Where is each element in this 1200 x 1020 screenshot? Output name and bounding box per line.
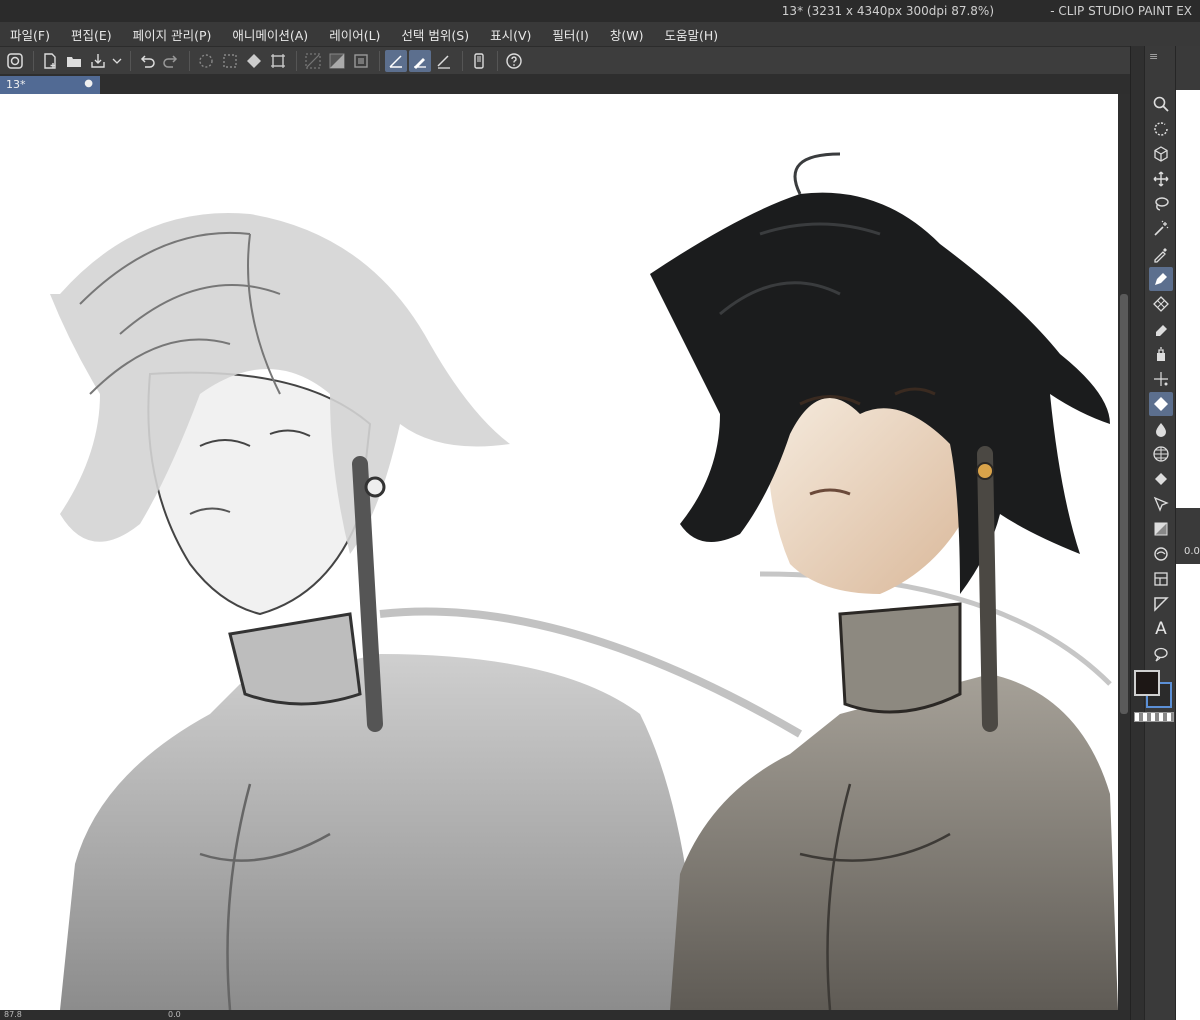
open-folder-icon[interactable]	[63, 50, 85, 72]
figure-icon[interactable]	[1149, 492, 1173, 516]
brush-snap-icon[interactable]	[409, 49, 431, 72]
drawing-canvas[interactable]	[0, 94, 1118, 1010]
menu-layer[interactable]: 레이어(L)	[329, 25, 380, 44]
save-icon[interactable]	[87, 50, 109, 72]
document-tab[interactable]: 13* ●	[0, 76, 100, 94]
tab-modified-indicator: ●	[84, 78, 93, 89]
document-tab-bar: 13* ●	[0, 74, 1130, 94]
side-panel-value[interactable]: 0.0	[1184, 546, 1200, 557]
menu-window[interactable]: 창(W)	[610, 25, 644, 44]
watercolor-icon[interactable]	[1149, 417, 1173, 441]
selection-icon[interactable]	[302, 50, 324, 72]
3d-object-icon[interactable]	[1149, 142, 1173, 166]
undo-icon[interactable]	[136, 50, 158, 72]
menu-file[interactable]: 파일(F)	[10, 25, 50, 44]
airbrush-icon[interactable]	[1149, 342, 1173, 366]
left-figure-sketch	[50, 213, 700, 1010]
cs-logo-icon[interactable]	[4, 50, 26, 72]
color-swatch[interactable]	[1134, 670, 1174, 710]
magic-wand-icon[interactable]	[1149, 217, 1173, 241]
status-bar: 87.8 0.0	[0, 1010, 1130, 1020]
zoom-level[interactable]: 87.8	[4, 1010, 22, 1019]
app-name: - CLIP STUDIO PAINT EX	[1050, 4, 1192, 18]
clear-icon[interactable]	[219, 50, 241, 72]
balloon-icon[interactable]	[1149, 642, 1173, 666]
line-icon[interactable]	[433, 50, 455, 72]
menu-help[interactable]: 도움말(H)	[664, 25, 718, 44]
menu-edit[interactable]: 편집(E)	[71, 25, 112, 44]
separator	[497, 50, 498, 71]
artwork	[50, 152, 1118, 1010]
separator	[379, 50, 380, 71]
rotate-icon[interactable]	[1149, 117, 1173, 141]
move-icon[interactable]	[1149, 167, 1173, 191]
frame-icon[interactable]	[1149, 542, 1173, 566]
menu-animation[interactable]: 애니메이션(A)	[232, 25, 308, 44]
menu-filter[interactable]: 필터(I)	[552, 25, 588, 44]
right-figure-painting	[650, 152, 1118, 1010]
eraser-icon[interactable]	[1149, 317, 1173, 341]
separator	[296, 50, 297, 71]
scrollbar-thumb[interactable]	[1120, 294, 1128, 714]
menu-view[interactable]: 표시(V)	[490, 25, 531, 44]
invert-icon[interactable]	[326, 50, 348, 72]
separator	[462, 50, 463, 71]
zoom-icon[interactable]	[1149, 92, 1173, 116]
canvas-area[interactable]	[0, 94, 1130, 1010]
chevron-down-icon[interactable]	[111, 50, 123, 72]
separator	[33, 50, 34, 71]
vector-icon[interactable]	[1149, 592, 1173, 616]
side-panel-property: 0.0	[1176, 508, 1200, 564]
text-icon[interactable]: A	[1149, 617, 1173, 641]
command-bar	[0, 46, 1130, 74]
ruler-snap-icon[interactable]	[385, 49, 407, 72]
ruler-icon[interactable]	[1149, 567, 1173, 591]
panel-collapse-strip[interactable]	[1130, 46, 1144, 1020]
side-panel-header	[1176, 46, 1200, 90]
help-icon[interactable]	[503, 50, 525, 72]
rotation-angle[interactable]: 0.0	[168, 1010, 181, 1019]
blend-icon[interactable]	[1149, 392, 1173, 416]
separator	[130, 50, 131, 71]
pattern-icon[interactable]	[1149, 292, 1173, 316]
transform-icon[interactable]	[195, 50, 217, 72]
menu-page[interactable]: 페이지 관리(P)	[133, 25, 212, 44]
tool-palette: ≡ A	[1144, 46, 1176, 1020]
fill-icon[interactable]	[243, 50, 265, 72]
fill-bucket-icon[interactable]	[1149, 467, 1173, 491]
title-bar: 13* (3231 x 4340px 300dpi 87.8%) - CLIP …	[0, 0, 1200, 22]
separator	[189, 50, 190, 71]
gradient-icon[interactable]	[1149, 517, 1173, 541]
crop-icon[interactable]	[267, 50, 289, 72]
side-panel: 0.0	[1176, 46, 1200, 1020]
palette-menu-icon[interactable]: ≡	[1149, 50, 1173, 72]
transparent-color-swatch[interactable]	[1134, 712, 1174, 722]
menu-selection[interactable]: 선택 범위(S)	[401, 25, 469, 44]
menu-bar: 파일(F) 편집(E) 페이지 관리(P) 애니메이션(A) 레이어(L) 선택…	[0, 22, 1200, 46]
foreground-color-swatch[interactable]	[1134, 670, 1160, 696]
tab-label: 13*	[6, 78, 26, 91]
lasso-icon[interactable]	[1149, 192, 1173, 216]
new-file-icon[interactable]	[39, 50, 61, 72]
window-title: 13* (3231 x 4340px 300dpi 87.8%)	[781, 4, 994, 18]
grid-icon[interactable]	[1149, 442, 1173, 466]
decoration-icon[interactable]	[1149, 367, 1173, 391]
vertical-scrollbar[interactable]	[1118, 94, 1130, 1010]
pen-icon[interactable]	[1149, 267, 1173, 291]
redo-icon[interactable]	[160, 50, 182, 72]
mask-icon[interactable]	[350, 50, 372, 72]
tablet-icon[interactable]	[468, 50, 490, 72]
eyedropper-icon[interactable]	[1149, 242, 1173, 266]
